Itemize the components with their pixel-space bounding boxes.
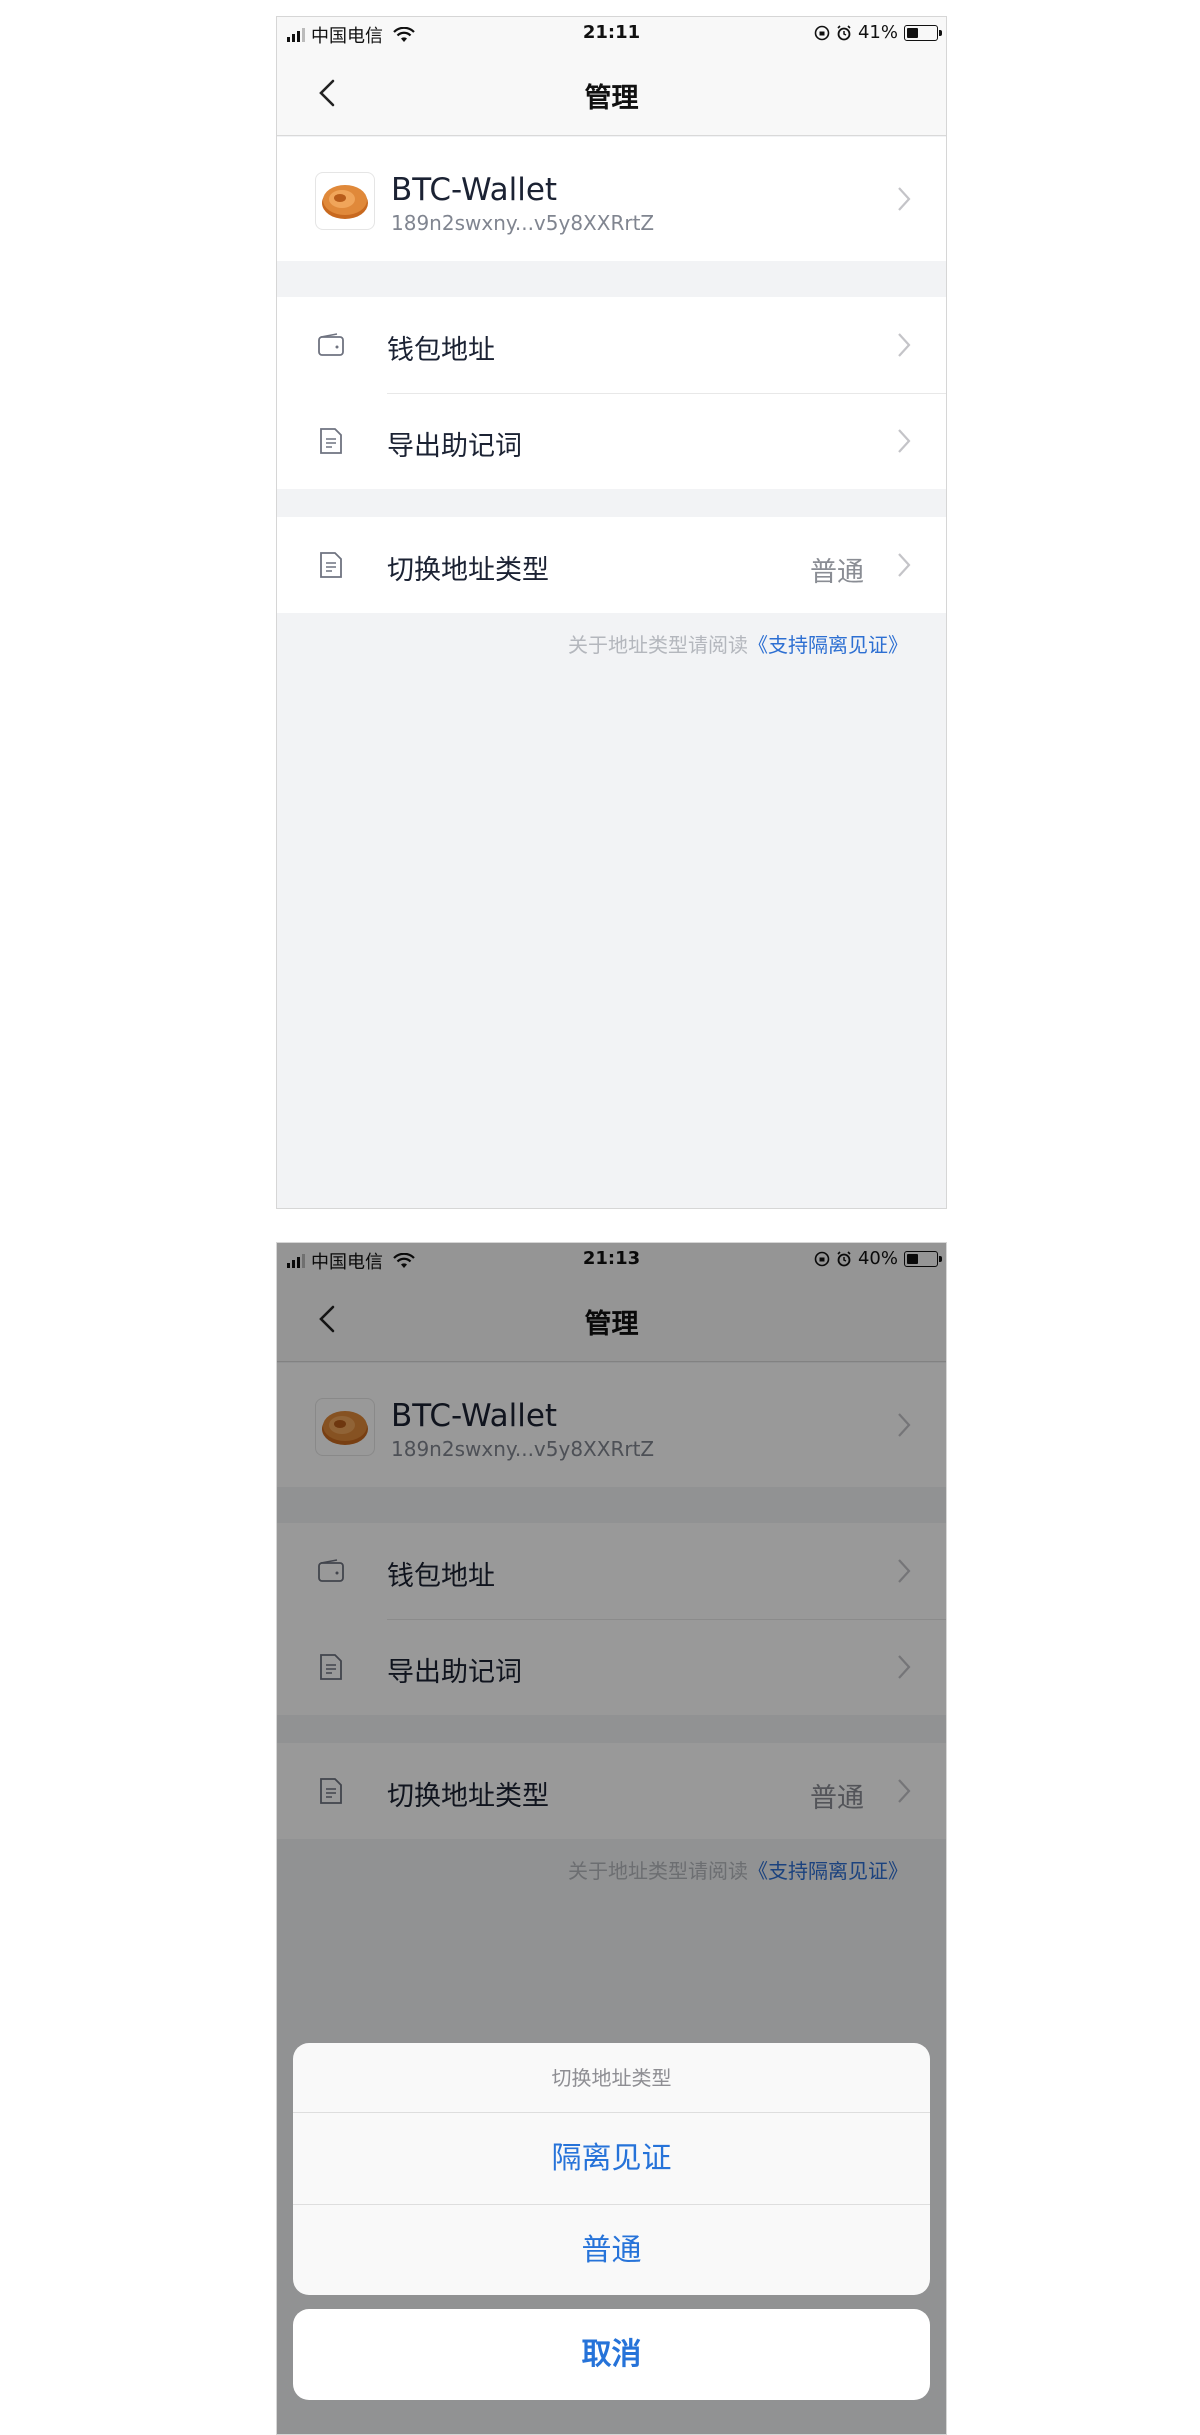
address-type-hint: 关于地址类型请阅读《支持隔离见证》: [568, 629, 908, 658]
wallet-icon: [318, 333, 344, 356]
wallet-card[interactable]: BTC-Wallet 189n2swxny...v5y8XXRrtZ: [277, 137, 946, 261]
document-icon: [320, 552, 342, 578]
battery-percent: 41%: [857, 22, 898, 43]
wallet-name: BTC-Wallet: [391, 172, 558, 208]
page-title: 管理: [584, 83, 639, 114]
row-export-mnemonic[interactable]: 导出助记词: [277, 393, 946, 489]
alarm-icon: [837, 24, 851, 40]
orientation-lock-icon: [814, 25, 830, 40]
chevron-right-icon: [898, 553, 911, 577]
battery-icon: [904, 24, 942, 41]
wallet-options-group: 钱包地址 导出助记词: [277, 297, 946, 489]
option-segwit[interactable]: 隔离见证: [293, 2113, 930, 2204]
option-normal[interactable]: 普通: [293, 2204, 930, 2295]
address-type-value: 普通: [810, 557, 864, 588]
bitcoin-coin-icon: [315, 172, 375, 230]
wallet-address: 189n2swxny...v5y8XXRrtZ: [391, 211, 655, 235]
address-type-group: 切换地址类型 普通: [277, 517, 946, 613]
phone-screen-2: 中国电信 21:13 40% 管理 BTC-Wallet 189n2swxny.…: [276, 1242, 947, 2435]
chevron-right-icon: [898, 187, 911, 211]
cancel-button[interactable]: 取消: [293, 2309, 930, 2400]
chevron-right-icon: [898, 429, 911, 453]
row-label: 切换地址类型: [387, 555, 549, 586]
row-switch-address-type[interactable]: 切换地址类型 普通: [277, 517, 946, 613]
nav-bar: 管理: [277, 50, 946, 136]
row-wallet-address[interactable]: 钱包地址: [277, 297, 946, 393]
action-sheet: 切换地址类型 隔离见证 普通: [293, 2043, 930, 2295]
hint-text: 关于地址类型请阅读: [568, 633, 748, 657]
chevron-right-icon: [898, 333, 911, 357]
segwit-link[interactable]: 《支持隔离见证》: [748, 633, 908, 657]
row-label: 钱包地址: [387, 335, 495, 366]
row-label: 导出助记词: [387, 431, 522, 462]
action-sheet-title: 切换地址类型: [293, 2043, 930, 2113]
phone-screen-1: 中国电信 21:11 41% 管理 BTC-Wallet 189n2swxny.…: [276, 16, 947, 1209]
document-icon: [320, 428, 342, 454]
status-bar: 中国电信 21:11 41%: [277, 17, 946, 50]
